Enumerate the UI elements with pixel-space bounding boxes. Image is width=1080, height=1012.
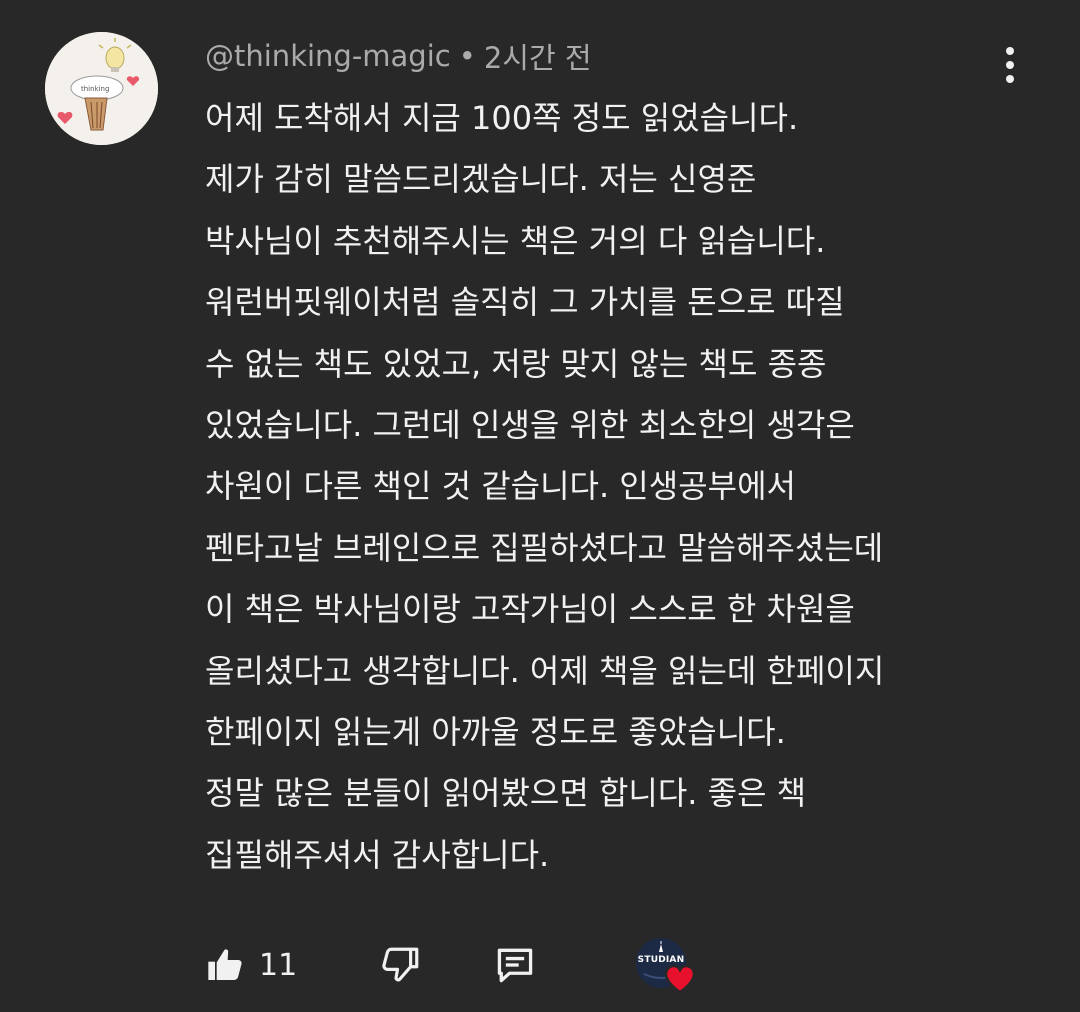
more-options-dot bbox=[1006, 75, 1014, 83]
comment-line: 펜타고날 브레인으로 집필하셨다고 말씀해주셨는데 bbox=[205, 528, 884, 567]
comment-line: 한페이지 읽는게 아까울 정도로 좋았습니다. bbox=[205, 712, 786, 751]
svg-text:thinking: thinking bbox=[81, 85, 109, 93]
avatar-drawing: thinking bbox=[45, 32, 158, 145]
comment-line: 워런버핏웨이처럼 솔직히 그 가치를 돈으로 따질 bbox=[205, 283, 845, 322]
comment-line: 정말 많은 분들이 읽어봤으면 합니다. 좋은 책 bbox=[205, 774, 807, 813]
more-options-button[interactable] bbox=[988, 40, 1032, 90]
thumbs-down-icon bbox=[382, 947, 419, 982]
comment-line: 올리셨다고 생각합니다. 어제 책을 읽는데 한페이지 bbox=[205, 651, 885, 690]
comment-line: 집필해주셔서 감사합니다. bbox=[205, 835, 550, 874]
reply-comment-icon bbox=[497, 948, 533, 983]
comment-line: 수 없는 책도 있었고, 저랑 맞지 않는 책도 종종 bbox=[205, 344, 827, 383]
thumbs-up-icon bbox=[208, 949, 242, 980]
comment-author[interactable]: @thinking-magic bbox=[205, 39, 451, 73]
comment-header: @thinking-magic • 2시간 전 bbox=[205, 36, 592, 76]
like-count: 11 bbox=[259, 947, 298, 983]
comment-action-bar: 11 bbox=[203, 935, 537, 995]
dislike-button[interactable] bbox=[379, 943, 423, 987]
comment-line: 차원이 다른 책인 것 같습니다. 인생공부에서 bbox=[205, 467, 796, 506]
comment-timestamp[interactable]: 2시간 전 bbox=[484, 35, 592, 77]
more-options-dot bbox=[1006, 47, 1014, 55]
comment-text: 어제 도착해서 지금 100쪽 정도 읽었습니다. 제가 감히 말씀드리겠습니다… bbox=[205, 88, 1025, 886]
comment-line: 박사님이 추천해주시는 책은 거의 다 읽습니다. bbox=[205, 221, 826, 260]
comment-line: 제가 감히 말씀드리겠습니다. 저는 신영준 bbox=[205, 160, 757, 199]
heart-icon bbox=[664, 964, 696, 994]
comment-line: 이 책은 박사님이랑 고작가님이 스스로 한 차원을 bbox=[205, 590, 855, 629]
meta-separator: • bbox=[458, 39, 476, 73]
more-options-dot bbox=[1006, 61, 1014, 69]
comment-line: 있었습니다. 그런데 인생을 위한 최소한의 생각은 bbox=[205, 405, 855, 444]
comment-line: 어제 도착해서 지금 100쪽 정도 읽었습니다. bbox=[205, 99, 799, 137]
creator-heart-badge[interactable]: STUDIAN bbox=[636, 938, 698, 996]
commenter-avatar[interactable]: thinking bbox=[45, 32, 158, 145]
like-button[interactable] bbox=[203, 943, 247, 987]
reply-button[interactable] bbox=[493, 943, 537, 987]
